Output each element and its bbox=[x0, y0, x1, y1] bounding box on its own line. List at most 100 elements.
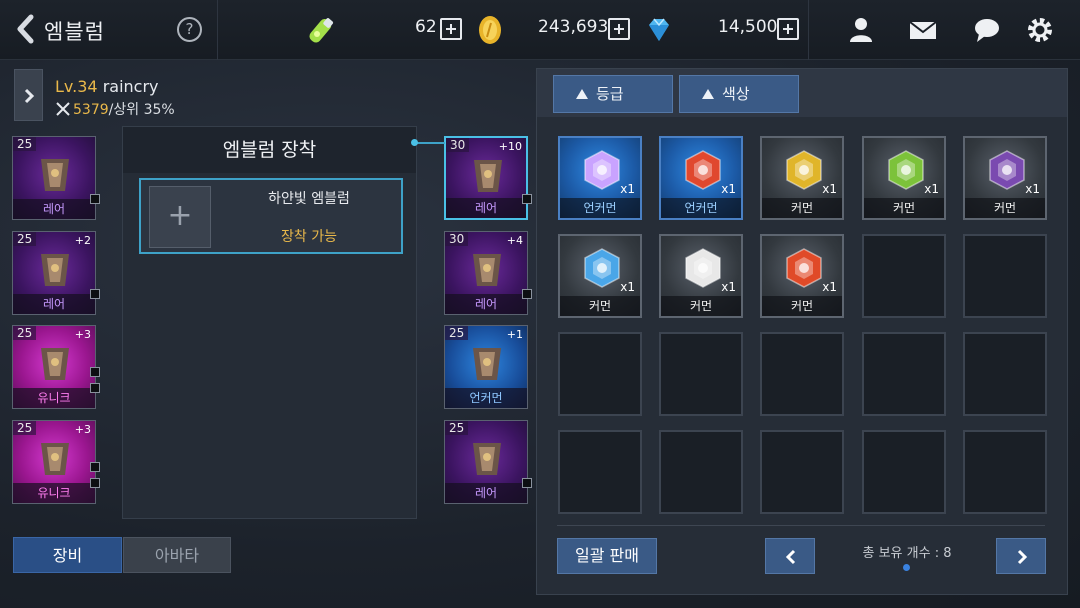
diamond-gem-icon bbox=[643, 14, 675, 46]
slot-connector-dot bbox=[411, 139, 418, 146]
item-enhance: +1 bbox=[506, 328, 523, 341]
lock-toggle[interactable] bbox=[90, 478, 100, 488]
item-grade: 커먼 bbox=[965, 198, 1045, 218]
sort-arrow-icon bbox=[576, 89, 588, 99]
divider bbox=[557, 525, 1045, 526]
equipment-item-icon bbox=[463, 435, 511, 483]
emblem-gem-icon bbox=[580, 246, 624, 290]
empty-slot bbox=[963, 430, 1047, 514]
emblem-gem-icon bbox=[580, 148, 624, 192]
equipment-slot[interactable]: 25 +2 레어 bbox=[12, 231, 96, 315]
item-level: 25 bbox=[13, 421, 37, 435]
emblem-item[interactable]: x1 언커먼 bbox=[558, 136, 642, 220]
tab-avatar[interactable]: 아바타 bbox=[123, 537, 231, 573]
sort-by-color-button[interactable]: 색상 bbox=[679, 75, 799, 113]
item-enhance: +3 bbox=[74, 423, 91, 436]
lock-toggle[interactable] bbox=[522, 194, 532, 204]
equipment-item-icon bbox=[31, 435, 79, 483]
emblem-item[interactable]: x1 커먼 bbox=[963, 136, 1047, 220]
help-icon[interactable]: ? bbox=[177, 17, 202, 42]
equipment-slot[interactable]: 25 레어 bbox=[12, 136, 96, 220]
emblem-item[interactable]: x1 커먼 bbox=[760, 234, 844, 318]
emblem-item[interactable]: x1 커먼 bbox=[862, 136, 946, 220]
equipment-item-icon bbox=[31, 246, 79, 294]
item-count: x1 bbox=[822, 182, 837, 196]
back-icon[interactable] bbox=[14, 14, 38, 44]
item-count: x1 bbox=[924, 182, 939, 196]
lock-toggle[interactable] bbox=[90, 194, 100, 204]
chat-icon[interactable] bbox=[971, 14, 1003, 46]
gold-coin-icon bbox=[474, 14, 506, 46]
emblem-item[interactable]: x1 언커먼 bbox=[659, 136, 743, 220]
add-gem-button[interactable] bbox=[777, 18, 799, 40]
lock-toggle[interactable] bbox=[90, 462, 100, 472]
item-grade: 커먼 bbox=[560, 296, 640, 316]
empty-slot bbox=[862, 332, 946, 416]
add-emblem-icon[interactable]: + bbox=[149, 186, 211, 248]
item-level: 25 bbox=[13, 232, 37, 246]
emblem-item[interactable]: x1 커먼 bbox=[659, 234, 743, 318]
item-grade: 레어 bbox=[13, 199, 95, 219]
equipment-slot[interactable]: 25 +1 언커먼 bbox=[444, 325, 528, 409]
equipment-slot[interactable]: 25 레어 bbox=[444, 420, 528, 504]
stamina-potion-icon bbox=[305, 14, 337, 46]
emblem-slot[interactable]: + 하얀빛 엠블럼 장착 가능 bbox=[139, 178, 403, 254]
settings-gear-icon[interactable] bbox=[1024, 14, 1056, 46]
empty-slot bbox=[558, 332, 642, 416]
item-count: x1 bbox=[1025, 182, 1040, 196]
empty-slot bbox=[862, 234, 946, 318]
item-grade: 유니크 bbox=[13, 388, 95, 408]
sort-arrow-icon bbox=[702, 89, 714, 99]
add-gold-button[interactable] bbox=[608, 18, 630, 40]
tab-equipment[interactable]: 장비 bbox=[13, 537, 122, 573]
mail-icon[interactable] bbox=[907, 14, 939, 46]
item-enhance: +3 bbox=[74, 328, 91, 341]
add-stamina-button[interactable] bbox=[440, 18, 462, 40]
item-grade: 레어 bbox=[445, 294, 527, 314]
emblem-item[interactable]: x1 커먼 bbox=[760, 136, 844, 220]
friends-icon[interactable] bbox=[845, 14, 877, 46]
crossed-swords-icon bbox=[56, 102, 70, 116]
sort-color-label: 색상 bbox=[722, 85, 750, 103]
combat-power: 5379/상위 35% bbox=[55, 99, 175, 119]
slot-connector-line bbox=[417, 142, 445, 144]
equipment-slot[interactable]: 30 +4 레어 bbox=[444, 231, 528, 315]
stamina-value: 62 bbox=[415, 17, 437, 37]
item-level: 30 bbox=[446, 138, 470, 152]
lock-toggle[interactable] bbox=[90, 367, 100, 377]
equipment-slot[interactable]: 25 +3 유니크 bbox=[12, 325, 96, 409]
page-title: 엠블럼 bbox=[44, 20, 105, 44]
equipment-slot[interactable]: 30 +10 레어 bbox=[444, 136, 528, 220]
item-grade: 레어 bbox=[446, 198, 526, 218]
item-grade: 커먼 bbox=[864, 198, 944, 218]
sort-bar: 등급 색상 bbox=[537, 69, 1067, 117]
emblem-item[interactable]: x1 커먼 bbox=[558, 234, 642, 318]
bulk-sell-button[interactable]: 일괄 판매 bbox=[557, 538, 657, 574]
lock-toggle[interactable] bbox=[522, 289, 532, 299]
sort-by-grade-button[interactable]: 등급 bbox=[553, 75, 673, 113]
item-grade: 언커먼 bbox=[560, 198, 640, 218]
emblem-slot-status: 장착 가능 bbox=[281, 229, 337, 245]
lock-toggle[interactable] bbox=[522, 478, 532, 488]
character-name: raincry bbox=[102, 77, 159, 96]
equipment-slot[interactable]: 25 +3 유니크 bbox=[12, 420, 96, 504]
emblem-gem-icon bbox=[681, 148, 725, 192]
prev-page-button[interactable] bbox=[765, 538, 815, 574]
item-grade: 언커먼 bbox=[661, 198, 741, 218]
item-enhance: +2 bbox=[74, 234, 91, 247]
sort-grade-label: 등급 bbox=[596, 85, 624, 103]
item-grade: 커먼 bbox=[762, 296, 842, 316]
empty-slot bbox=[963, 234, 1047, 318]
emblem-slot-name: 하얀빛 엠블럼 bbox=[268, 191, 350, 207]
item-grade: 커먼 bbox=[762, 198, 842, 218]
item-count: x1 bbox=[620, 280, 635, 294]
item-level: 30 bbox=[445, 232, 469, 246]
expand-character-button[interactable] bbox=[14, 69, 43, 121]
item-level: 25 bbox=[445, 421, 469, 435]
item-enhance: +10 bbox=[498, 140, 522, 153]
item-grade: 레어 bbox=[445, 483, 527, 503]
lock-toggle[interactable] bbox=[90, 289, 100, 299]
item-count: x1 bbox=[822, 280, 837, 294]
lock-toggle[interactable] bbox=[90, 383, 100, 393]
next-page-button[interactable] bbox=[996, 538, 1046, 574]
